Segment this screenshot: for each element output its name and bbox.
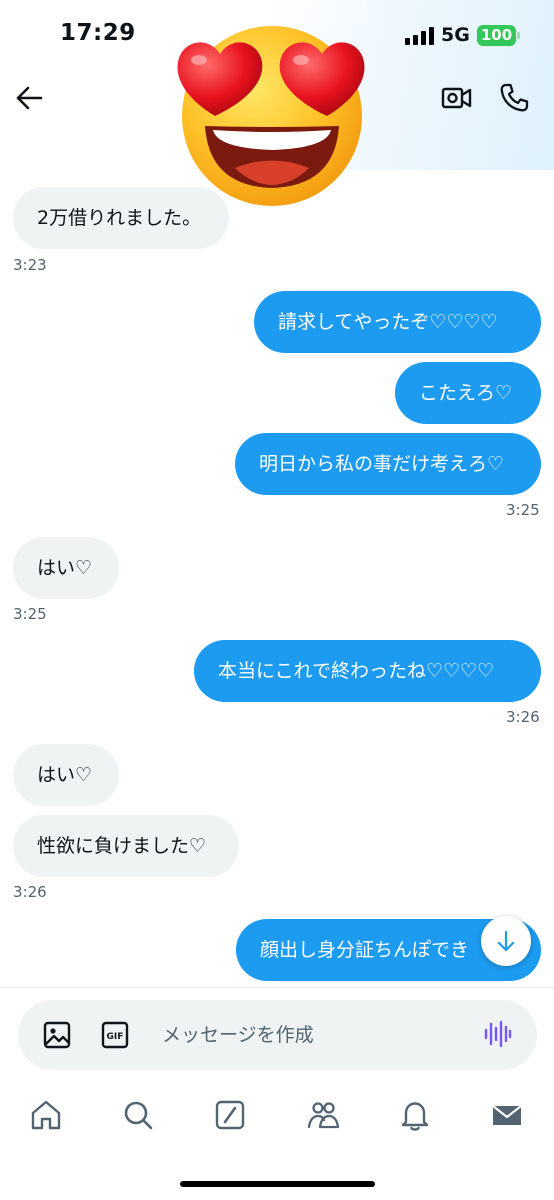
message-timestamp: 3:23 xyxy=(13,256,47,274)
add-gif-button[interactable]: GIF xyxy=(100,1020,130,1050)
tab-communities[interactable] xyxy=(306,1098,340,1132)
svg-text:GIF: GIF xyxy=(107,1032,124,1042)
mail-icon xyxy=(492,1105,522,1125)
message-bubble-outgoing[interactable]: 明日から私の事だけ考えろ♡ xyxy=(235,433,541,495)
phone-icon xyxy=(500,83,529,112)
message-timestamp: 3:25 xyxy=(506,501,540,519)
message-input[interactable] xyxy=(162,1012,462,1058)
heart-eyes-emoji xyxy=(177,26,365,206)
voice-wave-icon xyxy=(484,1020,512,1048)
battery-indicator: 100 xyxy=(477,25,520,46)
message-bubble-outgoing[interactable]: 請求してやったぞ♡♡♡♡ xyxy=(254,291,541,353)
message-bubble-outgoing[interactable]: こたえろ♡ xyxy=(395,362,541,424)
tab-grok[interactable] xyxy=(213,1098,247,1132)
tab-home[interactable] xyxy=(29,1098,63,1132)
cellular-signal-icon xyxy=(405,27,435,45)
message-bubble-incoming[interactable]: 2万借りれました。 xyxy=(13,187,229,249)
avatar[interactable] xyxy=(165,8,380,208)
search-icon xyxy=(124,1101,153,1130)
tab-notifications[interactable] xyxy=(398,1098,432,1132)
status-time: 17:29 xyxy=(60,20,136,46)
message-timestamp: 3:26 xyxy=(506,708,540,726)
home-icon xyxy=(31,1100,61,1130)
message-bubble-incoming[interactable]: はい♡ xyxy=(13,744,119,806)
composer-divider xyxy=(0,987,554,988)
gif-icon: GIF xyxy=(101,1021,129,1049)
tab-messages[interactable] xyxy=(490,1098,524,1132)
message-timestamp: 3:25 xyxy=(13,605,47,623)
network-type: 5G xyxy=(441,24,470,46)
grok-icon xyxy=(215,1100,245,1130)
bell-icon xyxy=(401,1102,429,1131)
add-image-button[interactable] xyxy=(42,1020,72,1050)
voice-call-button[interactable] xyxy=(498,82,530,114)
back-button[interactable] xyxy=(14,83,44,113)
arrow-left-icon xyxy=(16,86,43,110)
scroll-to-bottom-button[interactable] xyxy=(481,916,531,966)
tab-search[interactable] xyxy=(121,1098,155,1132)
message-bubble-outgoing[interactable]: 本当にこれで終わったね♡♡♡♡ xyxy=(194,640,541,702)
message-bubble-incoming[interactable]: 性欲に負けました♡ xyxy=(13,815,239,877)
message-bubble-incoming[interactable]: はい♡ xyxy=(13,537,119,599)
arrow-down-icon xyxy=(497,930,515,952)
dm-conversation-screen: 17:29 5G 100 2万借りれました。 3:23 請求してやったぞ♡♡♡♡… xyxy=(0,0,554,1200)
communities-icon xyxy=(307,1102,340,1129)
image-icon xyxy=(43,1021,71,1049)
voice-message-button[interactable] xyxy=(482,1019,512,1049)
message-timestamp: 3:26 xyxy=(13,883,47,901)
video-call-button[interactable] xyxy=(441,83,473,113)
home-indicator xyxy=(180,1181,375,1187)
video-camera-icon xyxy=(441,87,472,109)
